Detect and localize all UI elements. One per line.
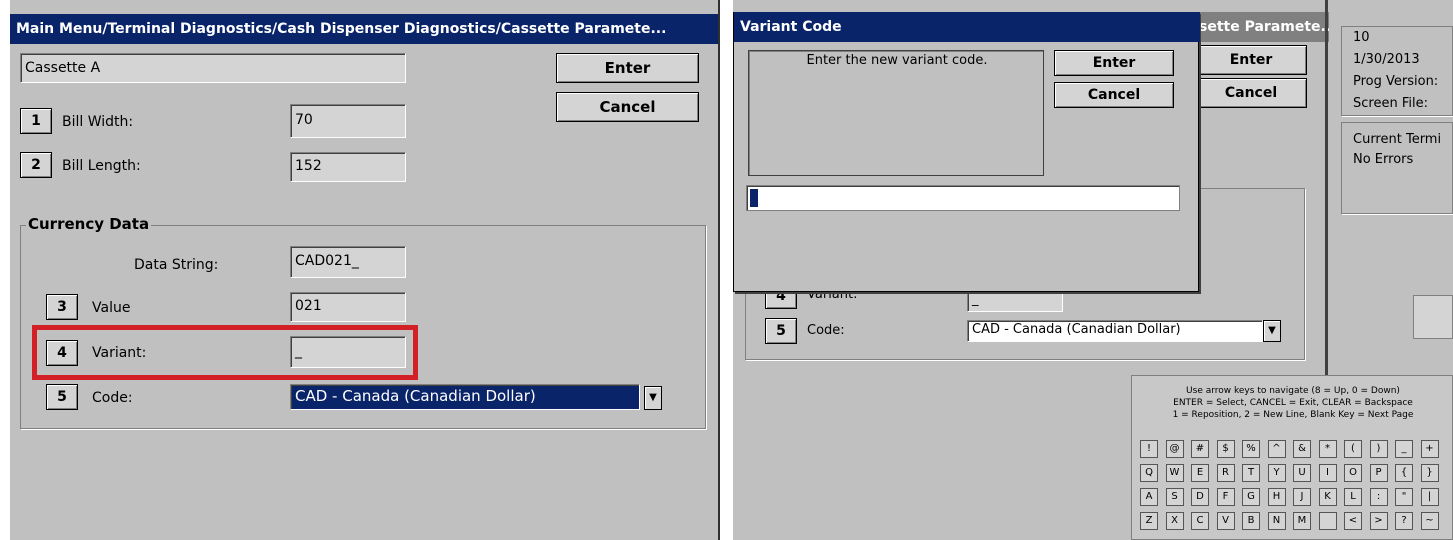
keyboard-key[interactable]: X bbox=[1165, 512, 1184, 530]
keyboard-help-1: Use arrow keys to navigate (8 = Up, 0 = … bbox=[1186, 386, 1400, 396]
keyboard-key[interactable]: K bbox=[1318, 488, 1337, 506]
keyboard-key[interactable]: S bbox=[1165, 488, 1184, 506]
keyboard-key[interactable]: | bbox=[1420, 488, 1439, 506]
keyboard-key[interactable]: Q bbox=[1140, 464, 1158, 482]
bill-width-field[interactable]: 70 bbox=[290, 104, 406, 138]
right-screen: sette Paramete... Enter Cancel 4 Variant… bbox=[733, 0, 1453, 540]
keyboard-key[interactable]: G bbox=[1242, 488, 1260, 506]
keyboard-key[interactable]: % bbox=[1242, 440, 1260, 458]
keyboard-key[interactable]: { bbox=[1395, 464, 1413, 482]
variant-code-input[interactable] bbox=[746, 185, 1180, 211]
data-string-field: CAD021_ bbox=[290, 246, 406, 278]
keyboard-key[interactable]: Y bbox=[1267, 464, 1286, 482]
side-button bbox=[1413, 295, 1453, 339]
keyboard-key[interactable]: ? bbox=[1395, 512, 1413, 530]
keyboard-key[interactable]: $ bbox=[1216, 440, 1235, 458]
keyboard-key[interactable]: U bbox=[1293, 464, 1311, 482]
keyboard-key[interactable]: Z bbox=[1140, 512, 1158, 530]
keyboard-key[interactable]: ( bbox=[1344, 440, 1362, 458]
window-title: Main Menu/Terminal Diagnostics/Cash Disp… bbox=[10, 14, 718, 44]
code-key[interactable]: 5 bbox=[46, 384, 78, 410]
chevron-down-icon[interactable]: ▼ bbox=[644, 386, 662, 410]
terminal-status-label: Current Termi bbox=[1353, 132, 1442, 147]
keyboard-key[interactable]: F bbox=[1216, 488, 1235, 506]
data-string-label: Data String: bbox=[134, 257, 219, 273]
keyboard-key[interactable]: + bbox=[1420, 440, 1439, 458]
keyboard-key[interactable]: P bbox=[1369, 464, 1388, 482]
status-line-4: Screen File: bbox=[1353, 96, 1428, 111]
keyboard-key[interactable]: ~ bbox=[1420, 512, 1439, 530]
status-line-3: Prog Version: bbox=[1353, 74, 1439, 89]
keyboard-help-3: 1 = Reposition, 2 = New Line, Blank Key … bbox=[1172, 410, 1414, 420]
keyboard-key[interactable]: A bbox=[1140, 488, 1158, 506]
keyboard-key[interactable]: & bbox=[1293, 440, 1311, 458]
dialog-enter-button[interactable]: Enter bbox=[1054, 50, 1174, 76]
cassette-name-field: Cassette A bbox=[20, 53, 406, 83]
keyboard-key[interactable]: ^ bbox=[1267, 440, 1286, 458]
value-key[interactable]: 3 bbox=[46, 294, 78, 320]
text-cursor bbox=[750, 189, 758, 207]
dialog-prompt: Enter the new variant code. bbox=[806, 53, 988, 68]
chevron-down-icon: ▼ bbox=[1263, 320, 1281, 342]
code-label: Code: bbox=[92, 390, 133, 406]
keyboard-key[interactable]: J bbox=[1293, 488, 1311, 506]
keyboard-key[interactable]: @ bbox=[1165, 440, 1184, 458]
value-field[interactable]: 021 bbox=[290, 292, 406, 322]
keyboard-key[interactable]: E bbox=[1191, 464, 1209, 482]
keyboard-key[interactable]: _ bbox=[1395, 440, 1413, 458]
keyboard-key[interactable]: W bbox=[1165, 464, 1184, 482]
variant-code-dialog: Variant Code Enter the new variant code.… bbox=[733, 12, 1200, 292]
keyboard-key[interactable]: ) bbox=[1369, 440, 1388, 458]
keyboard-key[interactable]: M bbox=[1293, 512, 1311, 530]
keyboard-key[interactable]: C bbox=[1191, 512, 1209, 530]
bill-width-key[interactable]: 1 bbox=[20, 108, 52, 134]
keyboard-key[interactable]: H bbox=[1267, 488, 1286, 506]
bg-variant-field: _ bbox=[967, 290, 1063, 312]
keyboard-key[interactable]: V bbox=[1216, 512, 1235, 530]
left-screen: Main Menu/Terminal Diagnostics/Cash Disp… bbox=[10, 0, 718, 540]
keyboard-key[interactable]: < bbox=[1344, 512, 1362, 530]
bill-width-label: Bill Width: bbox=[62, 114, 134, 130]
keyboard-key[interactable]: * bbox=[1318, 440, 1337, 458]
keyboard-key[interactable]: T bbox=[1242, 464, 1260, 482]
keyboard-key[interactable]: ! bbox=[1140, 440, 1158, 458]
keyboard-key[interactable]: B bbox=[1242, 512, 1260, 530]
cancel-button[interactable]: Cancel bbox=[556, 92, 699, 122]
keyboard-key[interactable]: N bbox=[1267, 512, 1286, 530]
keyboard-key[interactable]: > bbox=[1369, 512, 1388, 530]
value-label: Value bbox=[92, 300, 131, 316]
bg-cancel-button: Cancel bbox=[1195, 78, 1307, 108]
status-line-2: 1/30/2013 bbox=[1353, 52, 1420, 67]
keyboard-key[interactable]: # bbox=[1191, 440, 1209, 458]
status-line-1: 10 bbox=[1353, 30, 1370, 45]
onscreen-keyboard: Use arrow keys to navigate (8 = Up, 0 = … bbox=[1131, 375, 1453, 540]
bg-code-key: 5 bbox=[765, 318, 797, 344]
bg-window-title: sette Paramete... bbox=[1193, 12, 1329, 42]
bill-length-field[interactable]: 152 bbox=[290, 152, 406, 182]
dialog-title: Variant Code bbox=[734, 12, 1200, 42]
bg-enter-button: Enter bbox=[1195, 45, 1307, 75]
dialog-cancel-button[interactable]: Cancel bbox=[1054, 82, 1174, 108]
variant-highlight-box bbox=[32, 325, 418, 380]
dialog-prompt-box: Enter the new variant code. bbox=[748, 50, 1044, 176]
keyboard-key[interactable]: I bbox=[1318, 464, 1337, 482]
keyboard-key[interactable]: D bbox=[1191, 488, 1209, 506]
gap bbox=[720, 0, 732, 540]
bg-code-dropdown: CAD - Canada (Canadian Dollar) bbox=[967, 320, 1263, 342]
currency-data-title: Currency Data bbox=[26, 215, 152, 233]
code-dropdown[interactable]: CAD - Canada (Canadian Dollar) bbox=[290, 384, 640, 410]
keyboard-key[interactable]: } bbox=[1420, 464, 1439, 482]
keyboard-key[interactable]: " bbox=[1395, 488, 1413, 506]
keyboard-key[interactable]: L bbox=[1344, 488, 1362, 506]
bill-length-label: Bill Length: bbox=[62, 158, 141, 174]
keyboard-key[interactable]: R bbox=[1216, 464, 1235, 482]
bg-code-label: Code: bbox=[807, 323, 845, 338]
bill-length-key[interactable]: 2 bbox=[20, 152, 52, 178]
keyboard-help-2: ENTER = Select, CANCEL = Exit, CLEAR = B… bbox=[1173, 398, 1413, 408]
keyboard-key[interactable]: O bbox=[1344, 464, 1362, 482]
enter-button[interactable]: Enter bbox=[556, 53, 699, 83]
keyboard-key[interactable] bbox=[1318, 512, 1337, 530]
terminal-status-value: No Errors bbox=[1353, 152, 1414, 167]
keyboard-key[interactable]: : bbox=[1369, 488, 1388, 506]
